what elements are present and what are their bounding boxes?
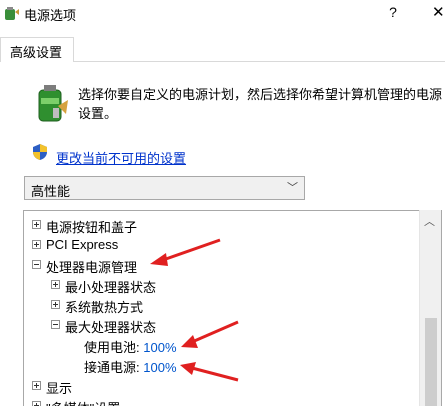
battery-power-plan-icon [38,85,68,122]
tab-advanced-settings[interactable]: 高级设置 [0,37,74,63]
collapse-icon[interactable] [51,320,60,329]
collapse-icon[interactable] [32,260,41,269]
close-button[interactable]: ✕ [432,3,445,23]
window-title: 电源选项 [24,8,77,23]
chevron-down-icon: ﹀ [287,182,298,194]
power-options-icon [5,7,19,20]
expand-icon[interactable] [32,220,41,229]
expand-icon[interactable] [32,401,41,406]
uac-shield-icon [33,144,47,160]
scroll-thumb[interactable] [425,318,437,406]
setting-value-link[interactable]: 100% [143,340,176,355]
power-plan-select[interactable]: 高性能 ﹀ [24,176,305,200]
setting-plugged-in[interactable]: 接通电源: 100% [84,357,177,376]
tab-strip: 高级设置 [0,37,445,63]
settings-tree[interactable]: 电源按钮和盖子 PCI Express 处理器电源管理 最小处理器状态 系统散热… [23,210,442,406]
power-plan-value: 高性能 [31,184,71,199]
expand-icon[interactable] [32,240,41,249]
expand-icon[interactable] [51,300,60,309]
help-button[interactable]: ? [384,4,402,22]
setting-label: 使用电池: [84,340,140,355]
change-unavailable-settings-link[interactable]: 更改当前不可用的设置 [56,148,186,167]
setting-label: 接通电源: [84,360,140,375]
setting-value-link[interactable]: 100% [143,360,176,375]
title-bar: 电源选项 ? ✕ [0,0,445,27]
plan-description: 选择你要自定义的电源计划，然后选择你希望计算机管理的电源设置。 [78,87,443,121]
expand-icon[interactable] [51,280,60,289]
expand-icon[interactable] [32,381,41,390]
setting-on-battery[interactable]: 使用电池: 100% [84,337,177,356]
scroll-up-icon[interactable]: ︿ [424,213,435,229]
tree-scrollbar[interactable]: ︿ [419,210,441,406]
